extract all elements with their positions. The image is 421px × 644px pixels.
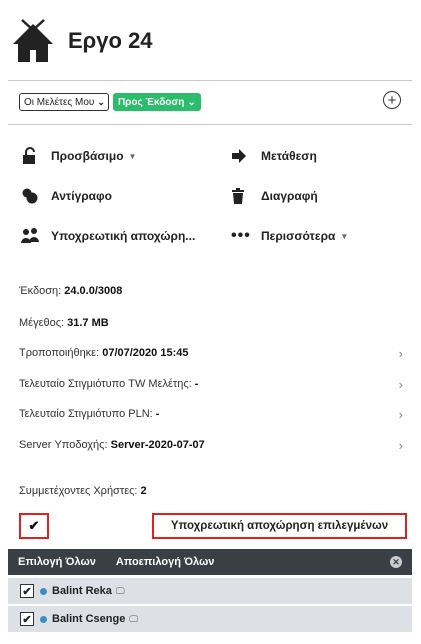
filter-bar: Οι Μελέτες Μου ⌄ Προς Έκδοση ⌄: [19, 93, 201, 111]
status-filter-badge[interactable]: Προς Έκδοση ⌄: [112, 93, 201, 111]
user-name: Balint Csenge: [52, 613, 126, 625]
close-icon[interactable]: ✕: [390, 556, 402, 568]
tw-snapshot-value: -: [194, 378, 199, 390]
monitor-icon: 🖵: [129, 613, 139, 624]
checkmark-icon: ✔: [28, 518, 40, 533]
copy-label: Αντίγραφο: [51, 189, 112, 203]
chevron-right-icon: ›: [398, 406, 403, 422]
users-count-row: Συμμετέχοντες Χρήστες: 2: [19, 485, 147, 497]
release-selected-button[interactable]: Υποχρεωτική αποχώρηση επιλεγμένων: [152, 513, 407, 539]
copy-icon: [21, 187, 43, 205]
chevron-right-icon: ›: [398, 437, 403, 453]
caret-down-icon: ▼: [340, 231, 349, 241]
chevron-down-icon: ⌄: [187, 96, 196, 108]
delete-label: Διαγραφή: [261, 189, 318, 203]
plus-icon: +: [387, 91, 397, 109]
version-row: Έκδοση: 24.0.0/3008: [19, 285, 123, 297]
forced-release-label: Υποχρεωτική αποχώρη...: [51, 229, 196, 243]
online-status-dot: [40, 615, 47, 623]
user-row[interactable]: ✔ Balint Reka 🖵: [8, 578, 412, 604]
forced-release-button[interactable]: Υποχρεωτική αποχώρη...: [21, 227, 195, 245]
select-all-link[interactable]: Επιλογή Όλων: [18, 556, 96, 568]
studies-select-label: Οι Μελέτες Μου: [24, 96, 95, 108]
user-row[interactable]: ✔ Balint Csenge 🖵: [8, 606, 412, 632]
copy-button[interactable]: Αντίγραφο: [21, 187, 112, 205]
server-value: Server-2020-07-07: [110, 439, 205, 451]
delete-button[interactable]: Διαγραφή: [231, 187, 318, 205]
users-toolbar: Επιλογή Όλων Αποεπιλογή Όλων ✕: [8, 549, 412, 575]
chevron-right-icon: ›: [398, 345, 403, 361]
status-filter-label: Προς Έκδοση: [117, 96, 185, 108]
more-label: Περισσότερα: [261, 229, 336, 243]
chevron-down-icon: ⌄: [97, 96, 105, 107]
select-none-link[interactable]: Αποεπιλογή Όλων: [116, 556, 215, 568]
unlock-icon: [21, 147, 43, 165]
caret-down-icon: ▼: [128, 151, 137, 161]
server-row[interactable]: Server Υποδοχής: Server-2020-07-07 ›: [19, 437, 409, 453]
toggle-select-checkbox[interactable]: ✔: [19, 513, 49, 539]
project-header: Εργο 24: [12, 14, 412, 68]
pln-snapshot-value: -: [155, 408, 160, 420]
divider: [8, 80, 412, 81]
ellipsis-icon: •••: [231, 227, 251, 244]
size-row: Μέγεθος: 31.7 MB: [19, 317, 109, 329]
online-status-dot: [40, 587, 47, 595]
divider: [8, 124, 412, 125]
access-dropdown[interactable]: Προσβάσιμο ▼: [21, 147, 136, 165]
modified-row[interactable]: Τροποποιήθηκε: 07/07/2020 15:45 ›: [19, 345, 409, 361]
arrow-right-icon: [231, 147, 253, 165]
add-button[interactable]: +: [383, 91, 401, 109]
move-button[interactable]: Μετάθεση: [231, 147, 317, 165]
size-value: 31.7 MB: [67, 317, 109, 329]
more-dropdown[interactable]: ••• Περισσότερα ▼: [231, 227, 348, 245]
version-value: 24.0.0/3008: [64, 285, 123, 297]
user-checkbox[interactable]: ✔: [20, 584, 34, 598]
users-count-value: 2: [140, 485, 147, 497]
project-house-icon: [13, 19, 53, 62]
tw-snapshot-row[interactable]: Τελευταίο Στιγμιότυπο TW Μελέτης: - ›: [19, 376, 409, 392]
project-title: Εργο 24: [68, 28, 153, 53]
studies-select[interactable]: Οι Μελέτες Μου ⌄: [19, 93, 109, 111]
user-checkbox[interactable]: ✔: [20, 612, 34, 626]
user-name: Balint Reka: [52, 585, 112, 597]
move-label: Μετάθεση: [261, 149, 317, 163]
pln-snapshot-row[interactable]: Τελευταίο Στιγμιότυπο PLN: - ›: [19, 406, 409, 422]
access-label: Προσβάσιμο: [51, 149, 124, 163]
users-icon: [21, 227, 43, 245]
modified-value: 07/07/2020 15:45: [102, 347, 189, 359]
trash-icon: [231, 187, 253, 205]
chevron-right-icon: ›: [398, 376, 403, 392]
monitor-icon: 🖵: [115, 585, 125, 596]
